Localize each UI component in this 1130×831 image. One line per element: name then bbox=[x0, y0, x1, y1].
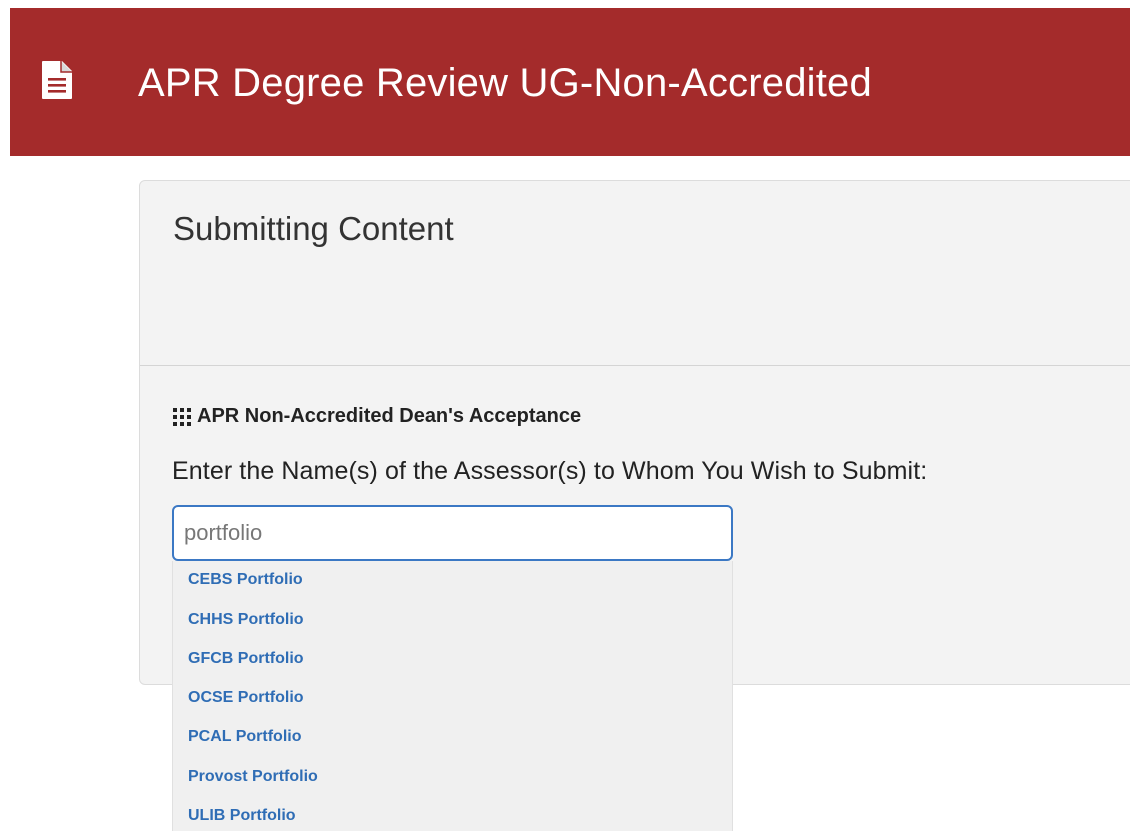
panel-title: Submitting Content bbox=[173, 210, 454, 247]
assessor-prompt: Enter the Name(s) of the Assessor(s) to … bbox=[172, 457, 928, 485]
section-heading-text: APR Non-Accredited Dean's Acceptance bbox=[197, 405, 582, 427]
suggestion-item[interactable]: Provost Portfolio bbox=[188, 768, 318, 786]
assessor-search-input[interactable] bbox=[172, 505, 733, 561]
page-title: APR Degree Review UG-Non-Accredited bbox=[138, 61, 872, 105]
panel-divider bbox=[140, 365, 1130, 366]
suggestion-item[interactable]: PCAL Portfolio bbox=[188, 728, 301, 746]
section-heading: APR Non-Accredited Dean's Acceptance bbox=[172, 405, 581, 428]
suggestion-item[interactable]: CHHS Portfolio bbox=[188, 611, 304, 629]
suggestion-item[interactable]: CEBS Portfolio bbox=[188, 571, 303, 589]
page-header: APR Degree Review UG-Non-Accredited bbox=[10, 8, 1130, 156]
grid-icon bbox=[173, 407, 191, 426]
suggestion-item[interactable]: OCSE Portfolio bbox=[188, 689, 304, 707]
suggestions-dropdown: CEBS Portfolio CHHS Portfolio GFCB Portf… bbox=[172, 561, 733, 831]
document-icon bbox=[42, 61, 72, 99]
suggestion-item[interactable]: GFCB Portfolio bbox=[188, 650, 304, 668]
suggestion-item[interactable]: ULIB Portfolio bbox=[188, 807, 296, 825]
